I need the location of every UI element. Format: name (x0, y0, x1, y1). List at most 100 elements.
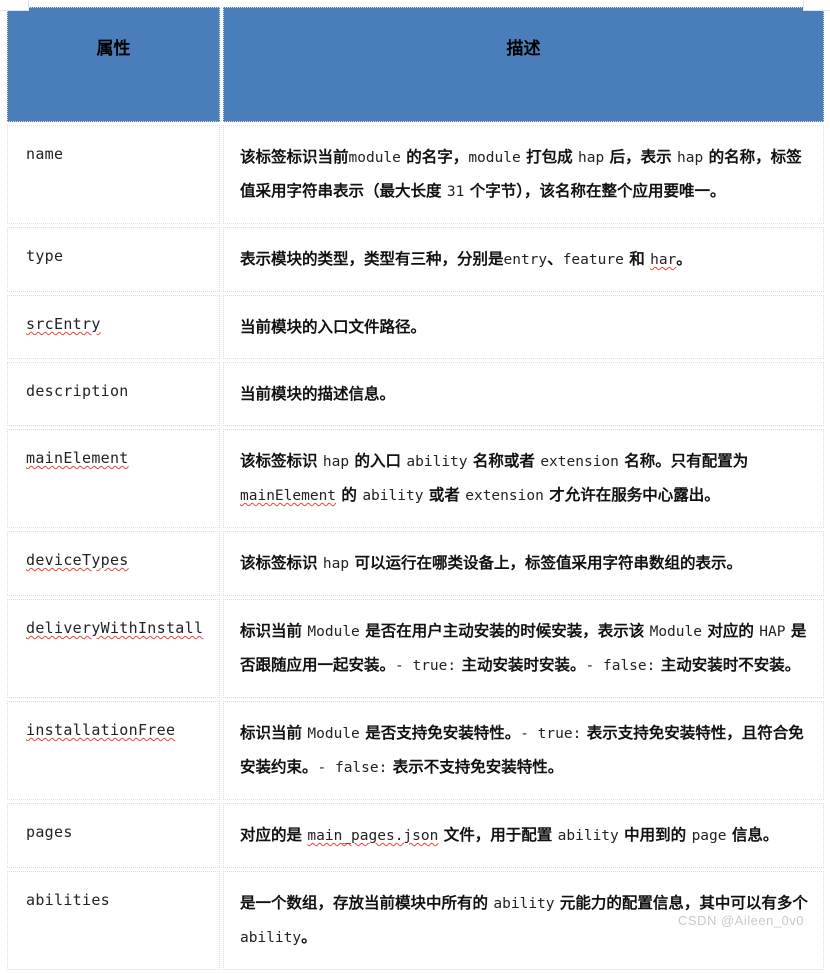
description-span: 是否支持免安装特性。 (359, 724, 521, 742)
description-cell: 对应的是 main_pages.json 文件，用于配置 ability 中用到… (223, 803, 824, 868)
code-token: Module (649, 624, 702, 640)
description-text: 当前模块的入口文件路径。 (240, 311, 809, 344)
code-token: - false: (317, 760, 388, 776)
table-row: deviceTypes 该标签标识 hap 可以运行在哪类设备上，标签值采用字符串… (7, 531, 824, 596)
attribute-name: name (26, 145, 64, 163)
table-row: deliveryWithInstall 标识当前 Module 是否在用户主动安装… (7, 599, 824, 698)
code-token: hap (322, 556, 350, 572)
description-span: 表示不支持免安装特性。 (387, 758, 564, 776)
window-crop-notch-left (0, 0, 29, 11)
code-token: ability (493, 896, 555, 912)
table-row: name 该标签标识当前module 的名字，module 打包成 hap 后，表… (7, 125, 824, 224)
attribute-name: description (26, 382, 129, 400)
window-crop-notch-right (803, 0, 830, 11)
description-span: 。 (676, 250, 692, 268)
description-cell: 标识当前 Module 是否在用户主动安装的时候安装，表示该 Module 对应… (223, 599, 824, 698)
description-span: 对应的 (701, 622, 760, 640)
code-token: feature (562, 252, 624, 268)
code-token: Module (307, 726, 360, 742)
description-span: 该标签标识当前 (240, 148, 349, 166)
description-text: 表示模块的类型，类型有三种，分别是entry、feature 和 har。 (240, 243, 809, 277)
description-text: 对应的是 main_pages.json 文件，用于配置 ability 中用到… (240, 819, 809, 853)
table-header-row: 属性 描述 (7, 7, 824, 122)
table-row: mainElement 该标签标识 hap 的入口 ability 名称或者 ex… (7, 429, 824, 528)
code-token: mainElement (240, 488, 337, 504)
attribute-cell: deliveryWithInstall (7, 599, 220, 698)
code-token: entry (503, 252, 548, 268)
description-span: 标识当前 (240, 622, 308, 640)
description-cell: 当前模块的入口文件路径。 (223, 295, 824, 359)
description-span: 的 (336, 486, 363, 504)
description-span: 主动安装时安装。 (456, 656, 586, 674)
attribute-name: installationFree (26, 721, 176, 739)
description-span: 。 (301, 928, 317, 946)
table-row: srcEntry 当前模块的入口文件路径。 (7, 295, 824, 359)
description-span: 才允许在服务中心露出。 (543, 486, 720, 504)
attribute-cell: installationFree (7, 701, 220, 800)
description-span: 可以运行在哪类设备上，标签值采用字符串数组的表示。 (349, 554, 743, 572)
description-span: 对应的是 (240, 826, 308, 844)
table-row: installationFree 标识当前 Module 是否支持免安装特性。- … (7, 701, 824, 800)
code-token: hap (322, 454, 350, 470)
code-token: extension (465, 488, 544, 504)
code-token: hap (677, 150, 704, 166)
code-token: HAP (759, 624, 786, 640)
description-span: 表示模块的类型，类型有三种，分别是 (240, 250, 504, 268)
table-row: pages 对应的是 main_pages.json 文件，用于配置 abilit… (7, 803, 824, 868)
attribute-cell: description (7, 362, 220, 426)
description-span: 是否在用户主动安装的时候安装，表示该 (359, 622, 650, 640)
attribute-table: 属性 描述 name 该标签标识当前module 的名字，module 打包成 h… (4, 4, 827, 973)
description-span: 当前模块的描述信息。 (240, 385, 396, 403)
code-token: 31 (446, 184, 465, 200)
code-token: page (691, 828, 727, 844)
description-text: 当前模块的描述信息。 (240, 378, 809, 411)
description-span: 文件，用于配置 (438, 826, 558, 844)
description-cell: 表示模块的类型，类型有三种，分别是entry、feature 和 har。 (223, 227, 824, 292)
description-span: 的入口 (349, 452, 407, 470)
table-row: description 当前模块的描述信息。 (7, 362, 824, 426)
attribute-name: srcEntry (26, 315, 101, 333)
column-header-description: 描述 (223, 7, 824, 122)
code-token: hap (578, 150, 605, 166)
description-span: 名称或者 (467, 452, 541, 470)
attribute-name: deliveryWithInstall (26, 619, 204, 637)
csdn-watermark: CSDN @Aileen_0v0 (678, 913, 804, 928)
attribute-cell: srcEntry (7, 295, 220, 359)
description-span: 或者 (423, 486, 466, 504)
description-cell: 该标签标识当前module 的名字，module 打包成 hap 后，表示 ha… (223, 125, 824, 224)
description-span: 个字节），该名称在整个应用要唯一。 (464, 182, 726, 200)
description-span: 标识当前 (240, 724, 308, 742)
description-cell: 标识当前 Module 是否支持免安装特性。- true: 表示支持免安装特性，… (223, 701, 824, 800)
attribute-cell: deviceTypes (7, 531, 220, 596)
description-span: 该标签标识 (240, 554, 323, 572)
code-token: ability (557, 828, 619, 844)
column-header-attribute: 属性 (7, 7, 220, 122)
description-span: 和 (623, 250, 651, 268)
screenshot-page: 属性 描述 name 该标签标识当前module 的名字，module 打包成 h… (0, 0, 830, 970)
description-span: 、 (547, 250, 563, 268)
code-token: module (348, 150, 401, 166)
code-token: main_pages.json (307, 828, 439, 844)
description-span: 元能力的配置信息，其中可以有多个 (554, 894, 808, 912)
code-token: - true: (520, 726, 582, 742)
code-token: Module (307, 624, 360, 640)
description-text: 该标签标识 hap 的入口 ability 名称或者 extension 名称。… (240, 445, 809, 513)
table-body: name 该标签标识当前module 的名字，module 打包成 hap 后，表… (7, 125, 824, 970)
code-token: - true: (395, 658, 457, 674)
description-cell: 该标签标识 hap 可以运行在哪类设备上，标签值采用字符串数组的表示。 (223, 531, 824, 596)
description-span: 打包成 (520, 148, 578, 166)
description-cell: 该标签标识 hap 的入口 ability 名称或者 extension 名称。… (223, 429, 824, 528)
description-text: 该标签标识 hap 可以运行在哪类设备上，标签值采用字符串数组的表示。 (240, 547, 809, 581)
description-text: 该标签标识当前module 的名字，module 打包成 hap 后，表示 ha… (240, 141, 809, 209)
attribute-cell: pages (7, 803, 220, 868)
code-token: har (650, 252, 677, 268)
attribute-table-container: 属性 描述 name 该标签标识当前module 的名字，module 打包成 h… (4, 4, 824, 970)
description-span: 当前模块的入口文件路径。 (240, 318, 427, 336)
attribute-cell: name (7, 125, 220, 224)
attribute-cell: mainElement (7, 429, 220, 528)
code-token: ability (362, 488, 424, 504)
code-token: extension (540, 454, 619, 470)
attribute-cell: abilities (7, 871, 220, 970)
attribute-name: pages (26, 823, 73, 841)
description-span: 主动安装时不安装。 (655, 656, 801, 674)
